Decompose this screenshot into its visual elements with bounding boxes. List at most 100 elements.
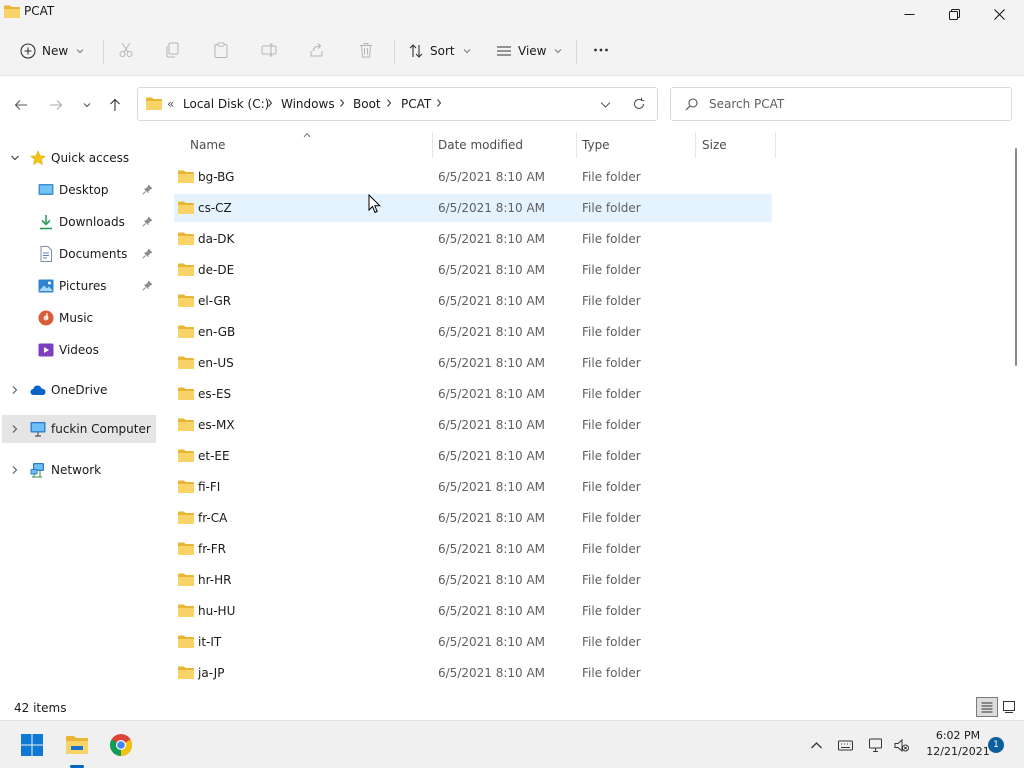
file-row[interactable]: el-GR 6/5/2021 8:10 AM File folder bbox=[174, 287, 772, 315]
forward-button[interactable] bbox=[45, 94, 67, 116]
file-row[interactable]: fi-FI 6/5/2021 8:10 AM File folder bbox=[174, 473, 772, 501]
rename-button[interactable] bbox=[260, 41, 278, 59]
details-view-button[interactable] bbox=[976, 697, 998, 717]
maximize-button[interactable] bbox=[931, 0, 977, 28]
folder-icon bbox=[178, 418, 194, 431]
delete-button[interactable] bbox=[357, 41, 375, 59]
breadcrumb-boot[interactable]: Boot bbox=[353, 97, 381, 111]
title-bar[interactable]: PCAT bbox=[0, 0, 1024, 28]
sort-button[interactable]: Sort bbox=[408, 38, 471, 64]
column-header-type[interactable]: Type bbox=[582, 132, 694, 158]
folder-icon bbox=[178, 480, 194, 493]
column-header-name[interactable]: Name bbox=[190, 132, 430, 158]
system-clock[interactable]: 6:02 PM 12/21/2021 bbox=[918, 728, 998, 760]
file-row[interactable]: en-US 6/5/2021 8:10 AM File folder bbox=[174, 349, 772, 377]
rename-icon bbox=[261, 43, 277, 57]
column-header-date-modified[interactable]: Date modified bbox=[438, 132, 576, 158]
file-row[interactable]: bg-BG 6/5/2021 8:10 AM File folder bbox=[174, 163, 772, 191]
folder-icon bbox=[178, 666, 194, 679]
new-button[interactable]: New bbox=[20, 38, 84, 64]
sidebar-item-quick-access[interactable]: Quick access bbox=[0, 144, 156, 172]
pin-icon[interactable] bbox=[142, 184, 153, 195]
file-name: fi-FI bbox=[198, 480, 221, 494]
share-button[interactable] bbox=[308, 41, 326, 59]
network-tray-button[interactable] bbox=[868, 737, 884, 753]
scrollbar-thumb[interactable] bbox=[1015, 148, 1017, 366]
column-divider[interactable] bbox=[432, 132, 433, 158]
large-icons-view-button[interactable] bbox=[998, 697, 1020, 717]
vertical-scrollbar[interactable] bbox=[1014, 132, 1020, 694]
recent-locations-button[interactable] bbox=[76, 94, 98, 116]
chevron-right-icon[interactable] bbox=[266, 98, 274, 108]
sidebar-item-documents[interactable]: Documents bbox=[0, 240, 156, 268]
sidebar-item-desktop[interactable]: Desktop bbox=[0, 176, 156, 204]
file-row[interactable]: et-EE 6/5/2021 8:10 AM File folder bbox=[174, 442, 772, 470]
minimize-button[interactable] bbox=[886, 0, 932, 28]
refresh-icon[interactable] bbox=[632, 97, 646, 111]
file-row[interactable]: en-GB 6/5/2021 8:10 AM File folder bbox=[174, 318, 772, 346]
music-icon bbox=[38, 310, 54, 326]
chevron-right-icon[interactable] bbox=[385, 98, 393, 108]
show-hidden-icons-button[interactable] bbox=[808, 737, 824, 753]
taskbar-file-explorer[interactable] bbox=[63, 731, 91, 759]
address-bar[interactable]: « Local Disk (C:) Windows Boot PCAT bbox=[137, 87, 658, 121]
breadcrumb-local-disk[interactable]: Local Disk (C:) bbox=[183, 97, 269, 111]
status-bar: 42 items bbox=[0, 694, 1024, 720]
chevron-down-icon[interactable] bbox=[600, 99, 611, 110]
chevron-right-icon[interactable] bbox=[10, 385, 20, 395]
breadcrumb-pcat[interactable]: PCAT bbox=[401, 97, 431, 111]
chevron-down-icon[interactable] bbox=[10, 153, 20, 163]
sidebar-item-onedrive[interactable]: OneDrive bbox=[0, 376, 156, 404]
close-button[interactable] bbox=[976, 0, 1022, 28]
file-row[interactable]: hr-HR 6/5/2021 8:10 AM File folder bbox=[174, 566, 772, 594]
see-more-button[interactable] bbox=[592, 41, 610, 59]
sidebar-item-music[interactable]: Music bbox=[0, 304, 156, 332]
file-row[interactable]: hu-HU 6/5/2021 8:10 AM File folder bbox=[174, 597, 772, 625]
file-name: hu-HU bbox=[198, 604, 236, 618]
file-row[interactable]: es-MX 6/5/2021 8:10 AM File folder bbox=[174, 411, 772, 439]
sidebar-item-videos[interactable]: Videos bbox=[0, 336, 156, 364]
file-date-modified: 6/5/2021 8:10 AM bbox=[438, 263, 546, 277]
sidebar-item-pictures[interactable]: Pictures bbox=[0, 272, 156, 300]
keyboard-tray-button[interactable] bbox=[837, 737, 853, 753]
notification-badge[interactable]: 1 bbox=[988, 737, 1004, 753]
file-type: File folder bbox=[582, 325, 641, 339]
file-row[interactable]: cs-CZ 6/5/2021 8:10 AM File folder bbox=[174, 194, 772, 222]
file-row[interactable]: es-ES 6/5/2021 8:10 AM File folder bbox=[174, 380, 772, 408]
column-divider[interactable] bbox=[576, 132, 577, 158]
file-row[interactable]: da-DK 6/5/2021 8:10 AM File folder bbox=[174, 225, 772, 253]
column-header-size[interactable]: Size bbox=[702, 132, 774, 158]
copy-button[interactable] bbox=[164, 41, 182, 59]
start-button[interactable] bbox=[18, 731, 46, 759]
sidebar-item-this-pc[interactable]: fuckin Computer bbox=[2, 415, 156, 443]
pin-icon[interactable] bbox=[142, 248, 153, 259]
search-box[interactable] bbox=[670, 87, 1012, 121]
file-row[interactable]: fr-CA 6/5/2021 8:10 AM File folder bbox=[174, 504, 772, 532]
view-button[interactable]: View bbox=[496, 38, 562, 64]
taskbar-chrome[interactable] bbox=[107, 731, 135, 759]
column-divider[interactable] bbox=[695, 132, 696, 158]
pin-icon[interactable] bbox=[142, 280, 153, 291]
pin-icon[interactable] bbox=[142, 216, 153, 227]
file-row[interactable]: ja-JP 6/5/2021 8:10 AM File folder bbox=[174, 659, 772, 687]
chevron-right-icon[interactable] bbox=[338, 98, 346, 108]
file-row[interactable]: fr-FR 6/5/2021 8:10 AM File folder bbox=[174, 535, 772, 563]
file-name: es-ES bbox=[198, 387, 232, 401]
file-row[interactable]: de-DE 6/5/2021 8:10 AM File folder bbox=[174, 256, 772, 284]
column-divider[interactable] bbox=[775, 132, 776, 158]
breadcrumb-overflow[interactable]: « bbox=[167, 97, 174, 111]
sidebar-item-downloads[interactable]: Downloads bbox=[0, 208, 156, 236]
up-button[interactable] bbox=[104, 94, 126, 116]
breadcrumb-windows[interactable]: Windows bbox=[281, 97, 335, 111]
paste-button[interactable] bbox=[212, 41, 230, 59]
search-input[interactable] bbox=[709, 95, 999, 113]
chevron-right-icon[interactable] bbox=[435, 98, 443, 108]
sidebar-item-network[interactable]: Network bbox=[0, 456, 156, 484]
chevron-right-icon[interactable] bbox=[10, 465, 20, 475]
chevron-right-icon[interactable] bbox=[10, 424, 20, 434]
file-row[interactable]: it-IT 6/5/2021 8:10 AM File folder bbox=[174, 628, 772, 656]
documents-icon bbox=[40, 246, 52, 262]
cut-button[interactable] bbox=[117, 41, 135, 59]
volume-tray-button[interactable] bbox=[893, 737, 909, 753]
back-button[interactable] bbox=[10, 94, 32, 116]
